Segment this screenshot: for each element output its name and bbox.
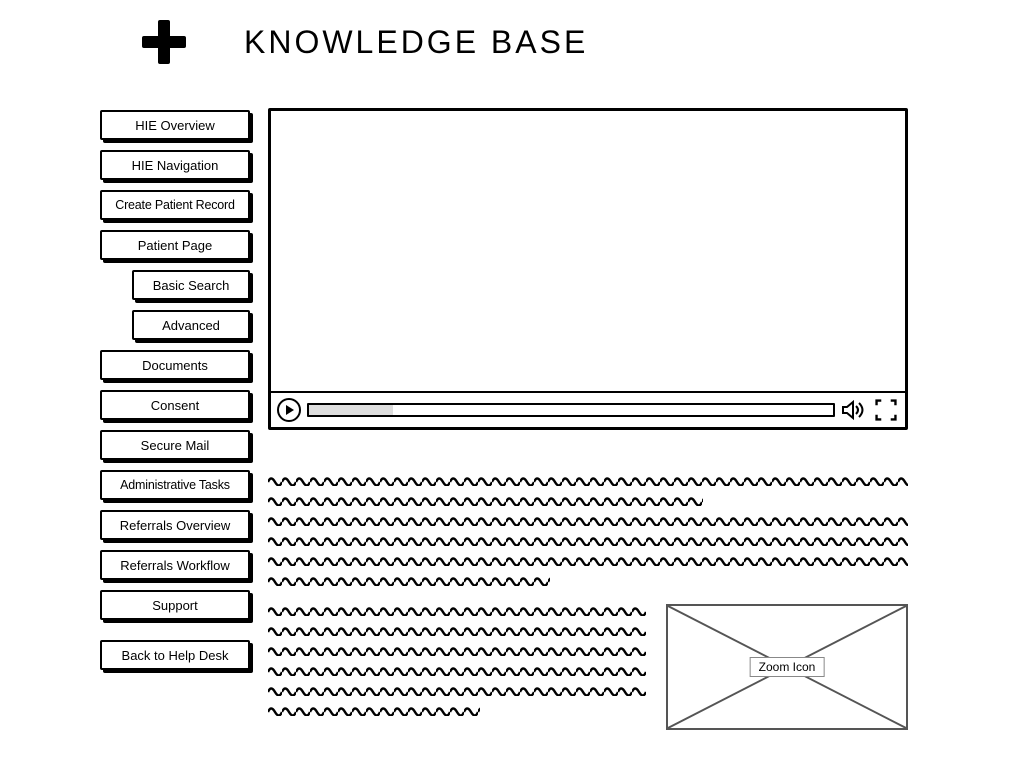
sidebar-item-label: Referrals Workflow [120, 558, 230, 573]
article-secondary-text-placeholder [268, 604, 646, 724]
volume-icon [841, 399, 867, 421]
video-progress-bar[interactable] [307, 403, 835, 417]
fullscreen-button[interactable] [873, 399, 899, 421]
image-placeholder-label: Zoom Icon [750, 657, 825, 677]
sidebar-item-label: Advanced [162, 318, 220, 333]
sidebar-item-label: HIE Navigation [132, 158, 219, 173]
page-title: KNOWLEDGE BASE [244, 24, 588, 61]
sidebar-item-basic-search[interactable]: Basic Search [132, 270, 250, 300]
article-lower-row: Zoom Icon [268, 604, 908, 730]
sidebar-item-support[interactable]: Support [100, 590, 250, 620]
sidebar-item-administrative-tasks[interactable]: Administrative Tasks [100, 470, 250, 500]
video-progress-fill [309, 405, 393, 415]
sidebar-item-secure-mail[interactable]: Secure Mail [100, 430, 250, 460]
sidebar-item-label: HIE Overview [135, 118, 214, 133]
video-player [268, 108, 908, 430]
sidebar-item-label: Support [152, 598, 198, 613]
sidebar-item-back-to-help-desk[interactable]: Back to Help Desk [100, 640, 250, 670]
sidebar-item-label: Back to Help Desk [122, 648, 229, 663]
sidebar-item-consent[interactable]: Consent [100, 390, 250, 420]
article-body-placeholder [268, 474, 908, 586]
sidebar-item-create-patient-record[interactable]: Create Patient Record [100, 190, 250, 220]
sidebar-item-label: Patient Page [138, 238, 212, 253]
sidebar-item-patient-page[interactable]: Patient Page [100, 230, 250, 260]
sidebar-item-documents[interactable]: Documents [100, 350, 250, 380]
volume-button[interactable] [841, 399, 867, 421]
image-placeholder[interactable]: Zoom Icon [666, 604, 908, 730]
sidebar-item-label: Documents [142, 358, 208, 373]
sidebar-item-label: Consent [151, 398, 199, 413]
sidebar-item-advanced[interactable]: Advanced [132, 310, 250, 340]
play-button[interactable] [277, 398, 301, 422]
sidebar-item-hie-navigation[interactable]: HIE Navigation [100, 150, 250, 180]
sidebar-nav: HIE Overview HIE Navigation Create Patie… [100, 110, 250, 670]
video-controls [271, 391, 905, 427]
sidebar-item-label: Create Patient Record [115, 198, 234, 212]
page-header: KNOWLEDGE BASE [140, 18, 588, 66]
sidebar-item-referrals-overview[interactable]: Referrals Overview [100, 510, 250, 540]
video-canvas[interactable] [271, 111, 905, 391]
sidebar-item-label: Basic Search [153, 278, 230, 293]
sidebar-item-label: Administrative Tasks [120, 478, 230, 492]
fullscreen-icon [873, 397, 899, 423]
plus-icon [140, 18, 188, 66]
sidebar-item-label: Referrals Overview [120, 518, 231, 533]
play-icon [286, 405, 294, 415]
sidebar-item-referrals-workflow[interactable]: Referrals Workflow [100, 550, 250, 580]
sidebar-item-label: Secure Mail [141, 438, 210, 453]
sidebar-item-hie-overview[interactable]: HIE Overview [100, 110, 250, 140]
main-content: Zoom Icon [268, 108, 908, 730]
